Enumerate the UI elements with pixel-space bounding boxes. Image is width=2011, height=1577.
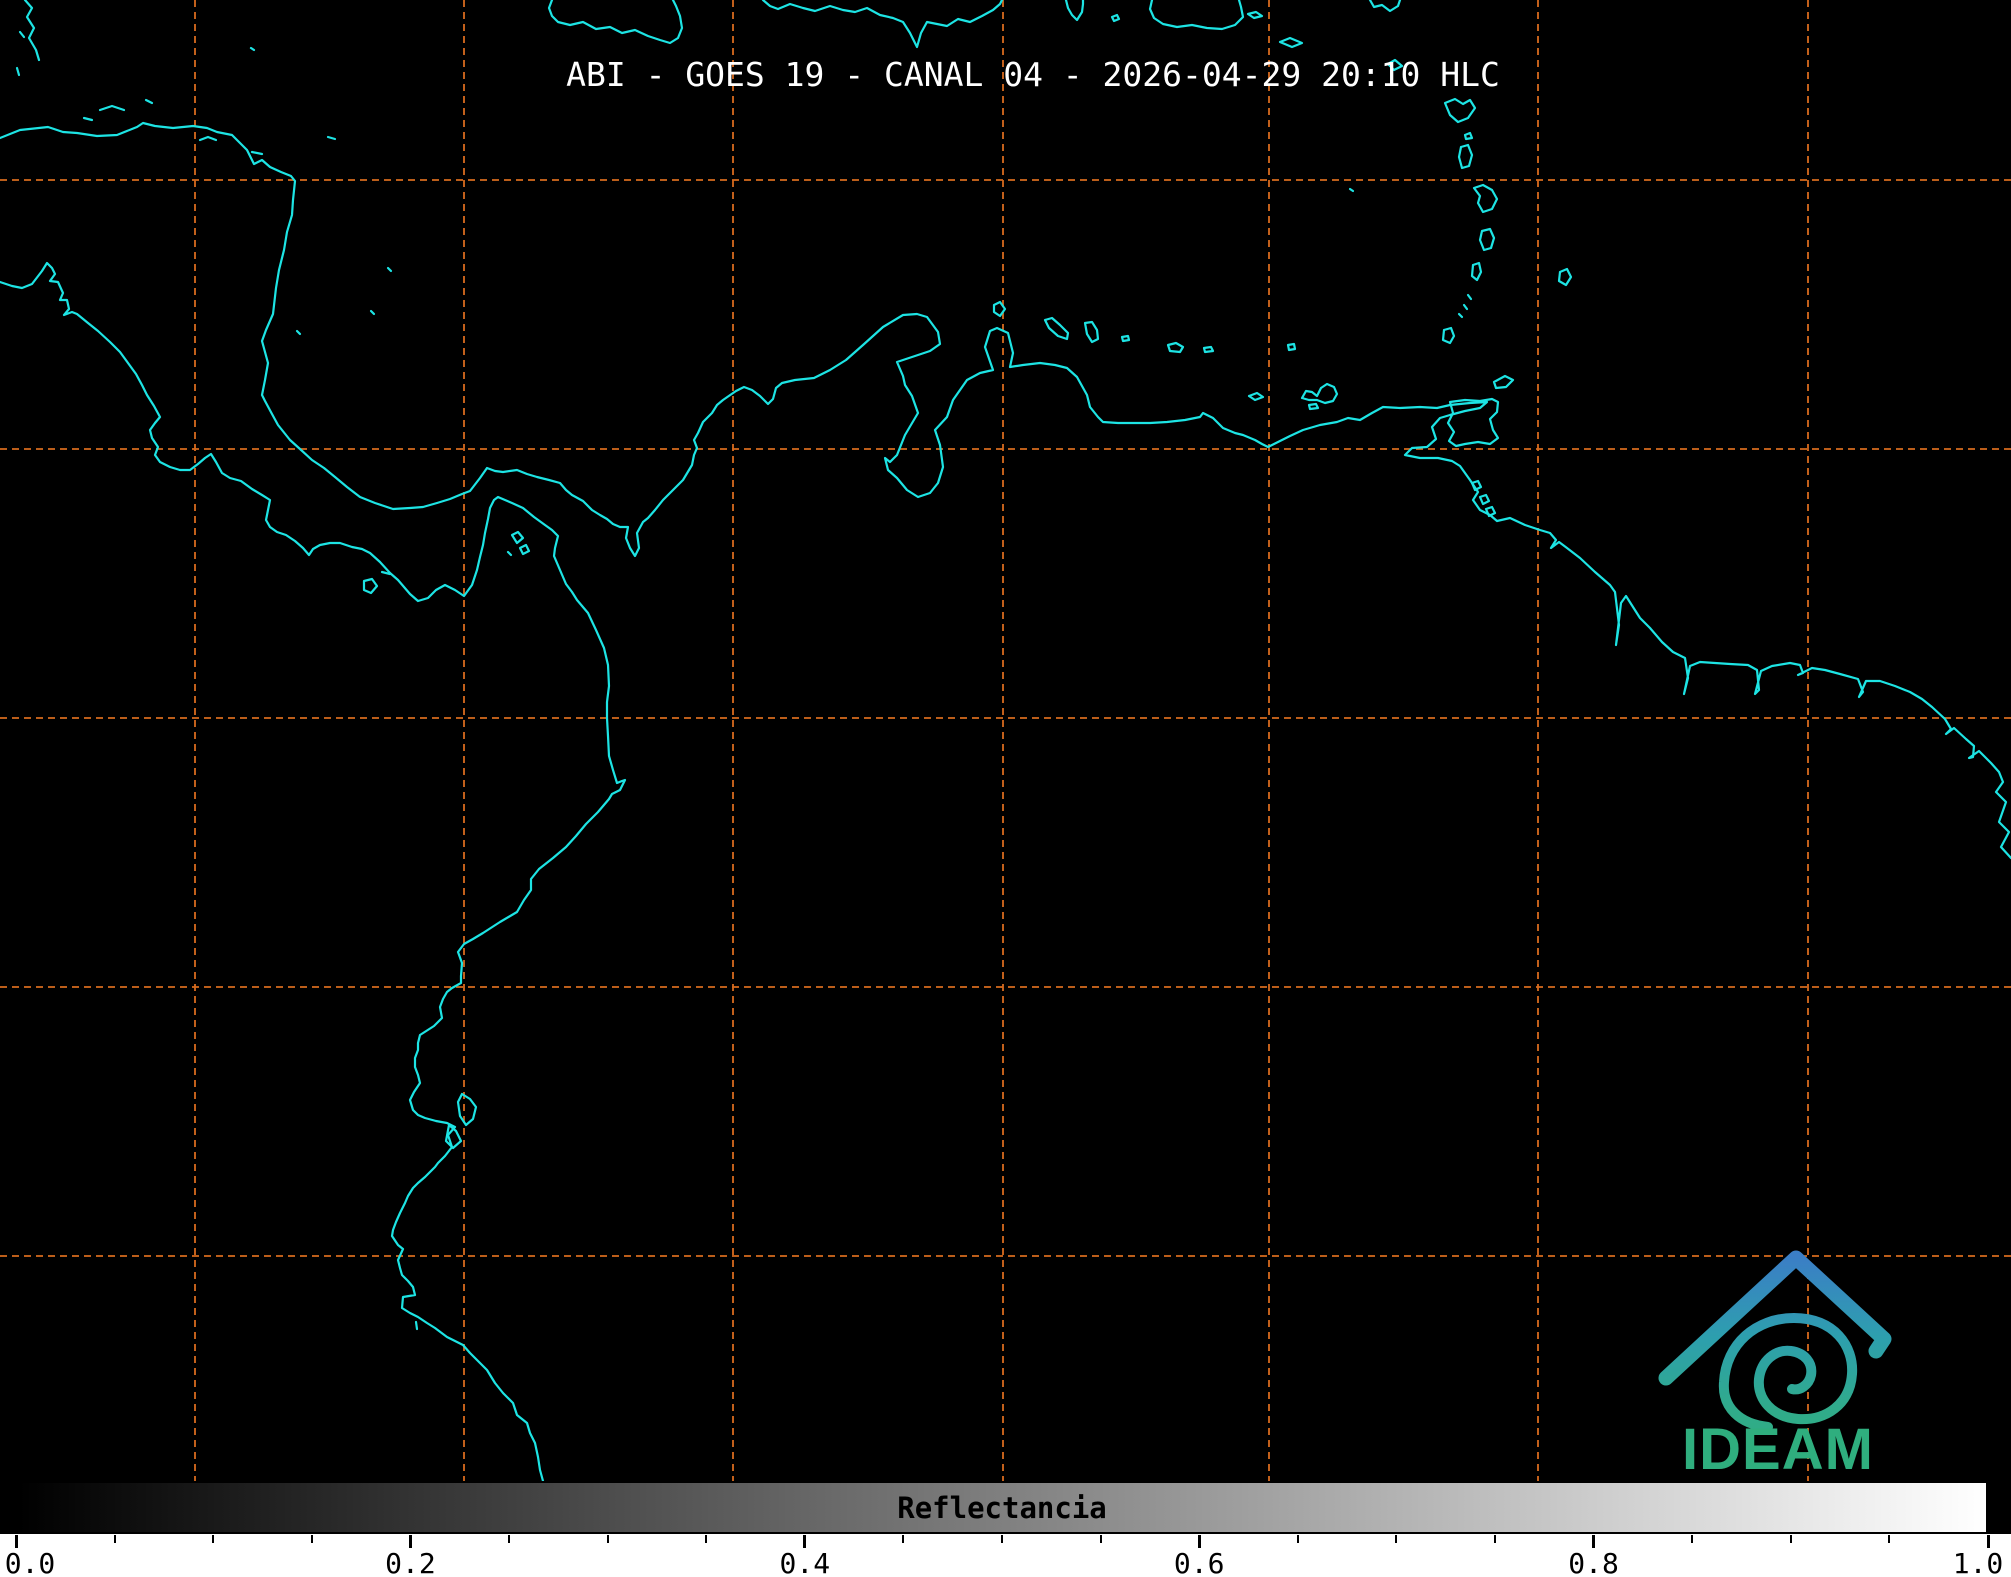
coastline-belize-caye-2 [15,66,21,77]
coastline-marie-galante [1463,131,1474,141]
coastline-orinoco-blob-1 [1470,479,1483,492]
coastline-dominica [1457,143,1474,170]
colorbar-minor-tick [113,1535,116,1543]
coastline-st-vincent [1470,261,1483,282]
colorbar-minor-tick [310,1535,313,1543]
coastline-st-martin [1368,0,1402,13]
colorbar-tick-label: 1.0 [1952,1547,2004,1577]
colorbar-minor-tick [1395,1535,1398,1543]
coastline-san-andres [369,309,376,316]
logo-spiral-icon [1718,1312,1858,1432]
coastline-pearl-islands-2 [518,543,531,556]
coastline-puna-island [456,1092,478,1127]
coastline-st-croix [1278,36,1304,49]
map-canvas: IDEAM [0,0,2011,1483]
colorbar-minor-tick [1296,1535,1299,1543]
coastline-honduras-caye-1 [198,135,218,142]
coastline-coche [1307,402,1320,411]
coastline-belize-coast [23,0,41,62]
coastline-orinoco-blob-2 [1478,493,1491,506]
coastline-curacao [1043,316,1070,341]
coastline-honduras-caye-2 [250,150,264,156]
coastline-swan-island [249,46,256,52]
colorbar-tick-label: 0.4 [779,1547,831,1577]
colorbar-minor-tick [212,1535,215,1543]
coastline-los-roques [1166,341,1185,354]
coastline-jamaica [547,0,684,45]
coastline-tortuga [1247,391,1265,402]
logo-text: IDEAM [1682,1417,1874,1482]
colorbar-minor-tick [1691,1535,1694,1543]
coastline-belize-caye-1 [18,30,26,39]
colorbar-tick-label: 0.8 [1568,1547,1619,1577]
colorbar-minor-tick [1099,1535,1102,1543]
coastline-pacific-mainland [0,261,627,1483]
coastline-margarita [1300,382,1339,405]
colorbar-tick-label: 0.6 [1173,1547,1225,1577]
coastline-bonaire [1083,320,1100,344]
colorbar-label: Reflectancia [897,1490,1107,1525]
coastline-grenadine-3 [1457,312,1464,319]
coastline-coiba [362,577,379,595]
coastline-caribbean-mainland [0,121,2011,860]
coastline-las-aves [1120,334,1131,343]
coastline-grenadine-1 [1466,293,1473,301]
satellite-product-image: IDEAM ABI - GOES 19 - CANAL 04 - 2026-04… [0,0,2011,1577]
coastline-trinidad [1446,397,1500,448]
coastline-corn-islands [295,329,302,336]
colorbar-axis: 0.0 0.2 0.4 0.6 0.8 1.0 [0,1535,2011,1577]
colorbar-minor-tick [1888,1535,1891,1543]
colorbar-minor-tick [508,1535,510,1543]
coastline-peru-islet [414,1320,419,1331]
coastline-hispaniola-south [761,0,1004,49]
colorbar-tick-label: 0.2 [385,1547,436,1577]
coastline-mona [1110,13,1121,23]
colorbar-minor-tick [1789,1535,1792,1543]
coastline-martinique [1472,183,1499,214]
coastline-tobago [1492,374,1515,390]
coastline-vieques [1246,10,1264,20]
coastline-hispaniola-east [1064,0,1085,22]
coastline-grenadine-2 [1462,303,1469,311]
coastline-puerto-rico [1148,0,1245,31]
coastline-guadeloupe [1443,97,1477,124]
coastline-guanaja [144,98,154,105]
coastline-utila [82,116,94,122]
colorbar-tick-label: 0.0 [4,1547,56,1577]
coastline-orchila [1202,345,1215,354]
colorbar: Reflectancia [16,1481,1988,1534]
colorbar-minor-tick [1494,1535,1496,1543]
ideam-logo: IDEAM [1658,1250,1892,1482]
coastline-aves-islet [1348,187,1355,193]
coastline-roatan [98,104,126,112]
coastline-providencia [386,266,393,273]
image-title: ABI - GOES 19 - CANAL 04 - 2026-04-29 20… [566,55,1500,94]
coastline-pearl-islands-1 [510,530,525,545]
graticule [0,0,2011,1481]
coastline-blanquilla [1286,342,1297,352]
coastline-pearl-islands-3 [506,550,513,557]
coastline-barbados [1557,267,1573,287]
colorbar-minor-tick [902,1535,905,1543]
coastline-st-lucia [1478,227,1496,252]
colorbar-minor-tick [705,1535,708,1543]
coastline-honduras-caye-3 [326,135,337,141]
coastlines [0,0,2011,1483]
colorbar-minor-tick [1001,1535,1003,1543]
coastline-grenada [1441,326,1456,345]
coastline-orinoco-blob-3 [1484,505,1497,518]
colorbar-minor-tick [606,1535,609,1543]
